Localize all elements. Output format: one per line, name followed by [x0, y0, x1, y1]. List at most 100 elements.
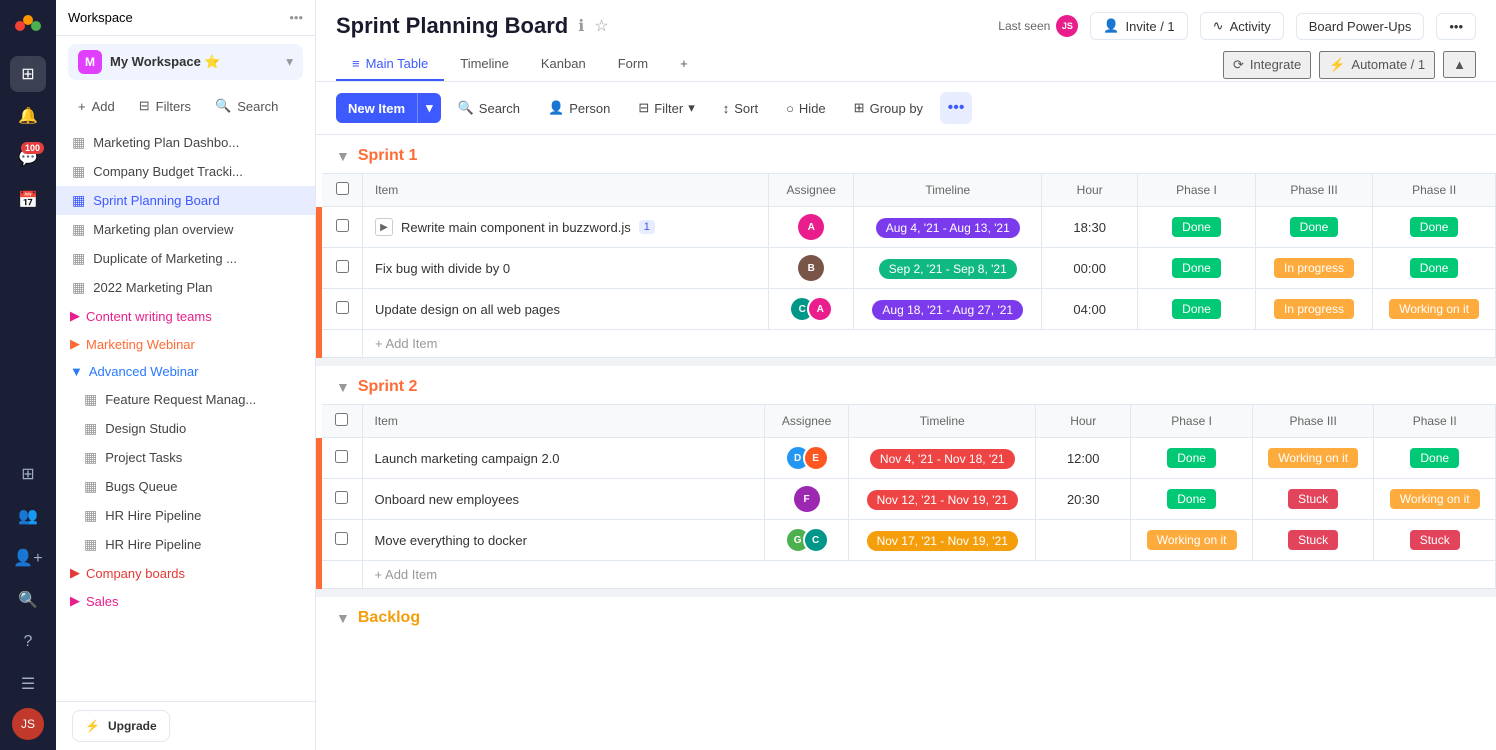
calendar-nav-icon[interactable]: 📅 [10, 182, 46, 218]
sidebar-group-content-writing[interactable]: ▶ Content writing teams [56, 302, 315, 330]
star-icon[interactable]: ☆ [594, 16, 608, 36]
upgrade-icon: ⚡ [85, 719, 100, 733]
user-avatar-iconbar[interactable]: JS [12, 708, 44, 740]
sprint-2-collapse-icon[interactable]: ▼ [336, 379, 350, 395]
select-all-checkbox[interactable] [336, 182, 349, 195]
search-tool-button[interactable]: 🔍 Search [447, 93, 531, 123]
tab-timeline[interactable]: Timeline [444, 48, 525, 81]
sidebar-item-label: HR Hire Pipeline [105, 537, 299, 552]
tab-form[interactable]: Form [602, 48, 664, 81]
sidebar-group-company-boards[interactable]: ▶ Company boards [56, 559, 315, 587]
invite-label: Invite / 1 [1126, 19, 1175, 34]
sort-tool-button[interactable]: ↕ Sort [712, 94, 769, 123]
hour-col-header: Hour [1036, 405, 1131, 438]
row-checkbox[interactable] [335, 491, 348, 504]
filters-label: Filters [156, 99, 191, 114]
sprint-1-collapse-icon[interactable]: ▼ [336, 148, 350, 164]
sprint-2-title: Sprint 2 [358, 378, 418, 396]
add-item-label[interactable]: + Add Item [362, 561, 1495, 589]
tab-add[interactable]: + [664, 48, 704, 81]
team-nav-icon[interactable]: 👥 [10, 498, 46, 534]
sidebar-item-sprint[interactable]: ▦ Sprint Planning Board [56, 186, 315, 215]
sidebar-item-hr-pipeline-2[interactable]: ▦ HR Hire Pipeline [56, 530, 315, 559]
search-button-sidebar[interactable]: 🔍 Search [205, 92, 288, 120]
backlog-collapse-icon[interactable]: ▼ [336, 610, 350, 626]
phase3-col-header: Phase III [1255, 174, 1373, 207]
sidebar-item-marketing-dashboard[interactable]: ▦ Marketing Plan Dashbo... [56, 128, 315, 157]
row-checkbox[interactable] [336, 301, 349, 314]
sidebar-item-label: Marketing plan overview [93, 222, 299, 237]
add-people-nav-icon[interactable]: 👤+ [10, 540, 46, 576]
help-nav-icon[interactable]: ? [10, 624, 46, 660]
search-nav-icon[interactable]: 🔍 [10, 582, 46, 618]
last-seen: Last seen JS [998, 15, 1078, 37]
sidebar-item-bugs-queue[interactable]: ▦ Bugs Queue [56, 472, 315, 501]
info-icon[interactable]: ℹ [578, 16, 584, 36]
more-options-button[interactable]: ••• [1436, 13, 1476, 40]
sidebar-item-design-studio[interactable]: ▦ Design Studio [56, 414, 315, 443]
sidebar: Workspace ••• M My Workspace ⭐ ▾ + Add ⊟… [56, 0, 316, 750]
board-icon: ▦ [72, 134, 85, 151]
hide-tool-button[interactable]: ○ Hide [775, 94, 837, 123]
grid-nav-icon[interactable]: ⊞ [10, 456, 46, 492]
sidebar-item-label: Design Studio [105, 421, 299, 436]
more-tools-icon: ••• [948, 99, 965, 117]
table-row: Onboard new employees ⊕ F Nov 12, '21 - … [316, 479, 1496, 520]
timeline-badge: Nov 12, '21 - Nov 19, '21 [867, 490, 1018, 510]
new-item-caret-icon[interactable]: ▾ [417, 93, 441, 123]
sidebar-nav: ▦ Marketing Plan Dashbo... ▦ Company Bud… [56, 124, 315, 701]
phase1-status: Done [1172, 258, 1221, 278]
sidebar-options-icon[interactable]: ••• [289, 10, 303, 25]
sidebar-group-sales[interactable]: ▶ Sales [56, 587, 315, 615]
sidebar-item-duplicate-marketing[interactable]: ▦ Duplicate of Marketing ... [56, 244, 315, 273]
menu-nav-icon[interactable]: ☰ [10, 666, 46, 702]
row-checkbox[interactable] [335, 450, 348, 463]
sidebar-group-advanced-webinar[interactable]: ▼ Advanced Webinar [56, 358, 315, 385]
group-chevron-icon: ▶ [70, 565, 80, 581]
select-all-checkbox-2[interactable] [335, 413, 348, 426]
phase3-col-header: Phase III [1252, 405, 1374, 438]
add-item-row-2[interactable]: + Add Item [316, 561, 1496, 589]
invite-button[interactable]: 👤 Invite / 1 [1090, 12, 1187, 40]
upgrade-button[interactable]: ⚡ Upgrade [72, 710, 170, 742]
row-expand-button[interactable]: ▶ [375, 218, 393, 236]
add-button[interactable]: + Add [68, 92, 125, 120]
timeline-col-header: Timeline [849, 405, 1036, 438]
person-tool-button[interactable]: 👤 Person [537, 93, 621, 123]
filter-tool-button[interactable]: ⊟ Filter ▾ [627, 93, 705, 123]
integrate-button[interactable]: ⟳ Integrate [1223, 51, 1311, 79]
inbox-nav-icon[interactable]: 💬 100 [10, 140, 46, 176]
add-item-row[interactable]: + Add Item [316, 330, 1496, 358]
sidebar-item-hr-pipeline-1[interactable]: ▦ HR Hire Pipeline [56, 501, 315, 530]
automate-button[interactable]: ⚡ Automate / 1 [1319, 51, 1435, 79]
sidebar-item-label: Marketing Plan Dashbo... [93, 135, 299, 150]
add-item-label[interactable]: + Add Item [362, 330, 1495, 358]
row-checkbox[interactable] [336, 260, 349, 273]
phase1-status: Done [1167, 448, 1216, 468]
activity-button[interactable]: ∿ Activity [1200, 12, 1284, 40]
sidebar-item-marketing-overview[interactable]: ▦ Marketing plan overview [56, 215, 315, 244]
notifications-nav-icon[interactable]: 🔔 [10, 98, 46, 134]
table-row: Launch marketing campaign 2.0 ⊕ D E [316, 438, 1496, 479]
tab-main-table[interactable]: ≡ Main Table [336, 48, 444, 81]
sidebar-item-project-tasks[interactable]: ▦ Project Tasks [56, 443, 315, 472]
workspace-button[interactable]: M My Workspace ⭐ ▾ [68, 44, 303, 80]
filters-button[interactable]: ⊟ Filters [129, 92, 201, 120]
sidebar-item-feature-request[interactable]: ▦ Feature Request Manag... [56, 385, 315, 414]
new-item-button[interactable]: New Item ▾ [336, 93, 441, 123]
sidebar-item-budget[interactable]: ▦ Company Budget Tracki... [56, 157, 315, 186]
sprint-1-title: Sprint 1 [358, 147, 418, 165]
sidebar-group-marketing-webinar[interactable]: ▶ Marketing Webinar [56, 330, 315, 358]
tab-kanban[interactable]: Kanban [525, 48, 602, 81]
power-ups-button[interactable]: Board Power-Ups [1296, 13, 1425, 40]
sidebar-workspace: M My Workspace ⭐ ▾ [56, 36, 315, 88]
home-nav-icon[interactable]: ⊞ [10, 56, 46, 92]
group-by-tool-button[interactable]: ⊞ Group by [843, 93, 934, 123]
collapse-button[interactable]: ▲ [1443, 51, 1476, 78]
more-tools-button[interactable]: ••• [940, 92, 972, 124]
row-checkbox[interactable] [335, 532, 348, 545]
assignee-avatar: B [798, 255, 824, 281]
row-checkbox[interactable] [336, 219, 349, 232]
sidebar-item-label: HR Hire Pipeline [105, 508, 299, 523]
sidebar-item-2022-marketing[interactable]: ▦ 2022 Marketing Plan [56, 273, 315, 302]
